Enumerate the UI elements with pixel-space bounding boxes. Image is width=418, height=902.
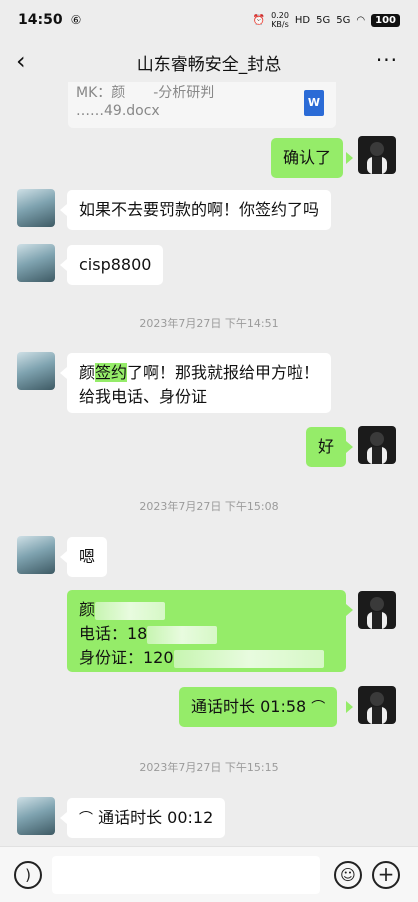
avatar[interactable]: [17, 797, 55, 835]
status-indicator: ⑥: [70, 13, 82, 27]
timestamp: 2023年7月27日 下午15:08: [139, 500, 279, 513]
wifi-icon: ◠: [356, 14, 366, 26]
avatar[interactable]: [17, 536, 55, 574]
more-icon[interactable]: ···: [376, 48, 398, 72]
message-bubble[interactable]: 颜 电话：18 身份证：120: [67, 590, 346, 672]
file-name-line2: ……49.docx: [76, 103, 160, 119]
battery-icon: 100: [371, 13, 400, 27]
avatar[interactable]: [358, 426, 396, 464]
avatar[interactable]: [358, 136, 396, 174]
plus-icon[interactable]: +: [372, 861, 400, 889]
alarm-icon: ⏰: [252, 14, 266, 26]
word-file-icon: W: [304, 90, 324, 116]
highlight-text: 签约: [95, 363, 128, 382]
voice-icon[interactable]: ): [14, 861, 42, 889]
hd-icon: HD: [294, 14, 311, 26]
message-bubble[interactable]: 颜签约了啊！那我就报给甲方啦！ 给我电话、身份证: [67, 353, 332, 413]
message-input[interactable]: [52, 856, 320, 894]
file-message[interactable]: MK：颜 -分析研判 ……49.docx W: [68, 82, 336, 128]
avatar[interactable]: [17, 352, 55, 390]
emoji-icon[interactable]: ☺: [334, 861, 362, 889]
message-bubble[interactable]: 如果不去要罚款的啊！你签约了吗: [67, 190, 332, 230]
phone-hangup-icon: ⌒: [311, 700, 326, 716]
avatar[interactable]: [358, 591, 396, 629]
status-bar: 14:50 ⑥ ⏰ 0.20 KB/s HD 5G 5G ◠ 100: [0, 0, 418, 40]
message-bubble[interactable]: 确认了: [271, 138, 344, 178]
call-message[interactable]: ⌒ 通话时长 00:12: [67, 798, 226, 838]
timestamp: 2023年7月27日 下午15:15: [139, 761, 279, 774]
phone-hangup-icon: ⌒: [79, 811, 93, 827]
avatar[interactable]: [358, 686, 396, 724]
message-bubble[interactable]: 嗯: [67, 537, 108, 577]
input-bar: ) ☺ +: [0, 846, 418, 902]
signal-icon-2: 5G: [336, 14, 351, 26]
avatar[interactable]: [17, 189, 55, 227]
chat-title: 山东睿畅安全_封总: [136, 54, 282, 75]
timestamp: 2023年7月27日 下午14:51: [139, 317, 279, 330]
chat-header: ‹ 山东睿畅安全_封总 ···: [0, 40, 418, 84]
file-name-line1: MK：颜 -分析研判: [76, 85, 215, 101]
chevron-left-icon[interactable]: ‹: [16, 47, 26, 75]
message-bubble[interactable]: cisp8800: [67, 245, 164, 285]
signal-icon-1: 5G: [316, 14, 331, 26]
call-message[interactable]: 通话时长 01:58 ⌒: [179, 687, 338, 727]
message-bubble[interactable]: 好: [306, 427, 347, 467]
network-speed: 0.20 KB/s: [271, 11, 289, 29]
status-time: 14:50: [18, 12, 63, 28]
avatar[interactable]: [17, 244, 55, 282]
